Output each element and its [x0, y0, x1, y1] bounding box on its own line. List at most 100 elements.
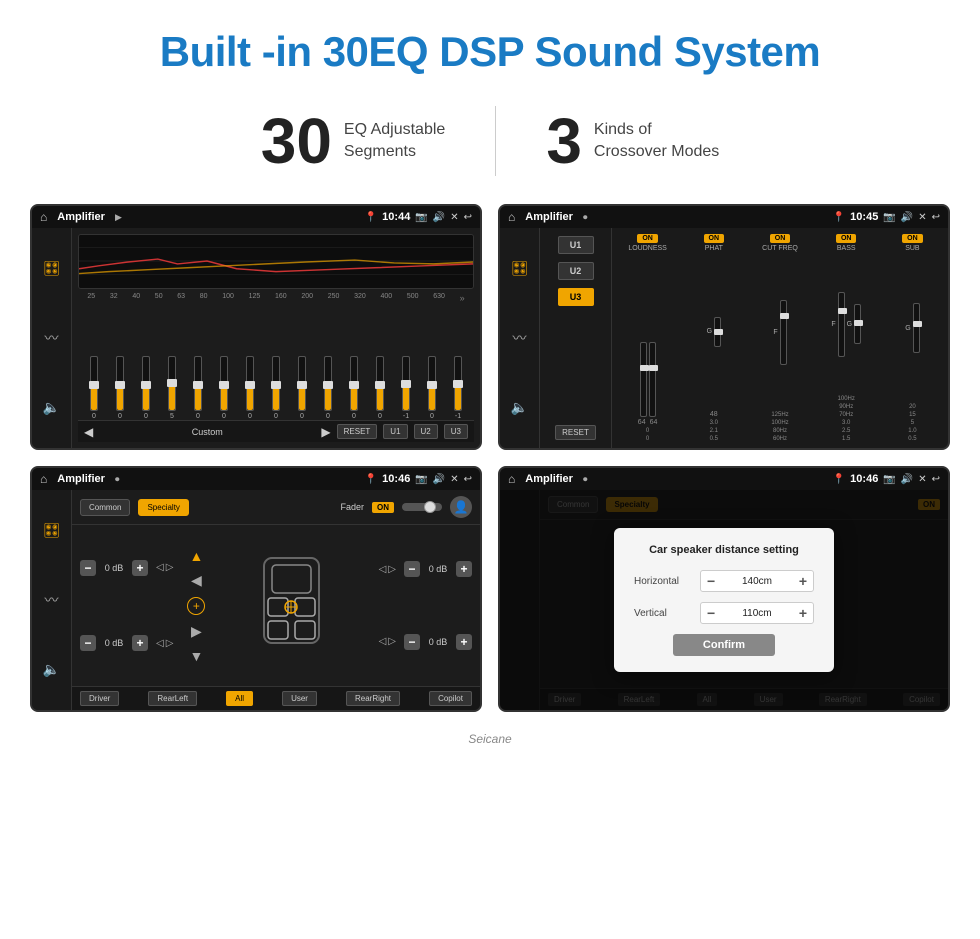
driver-btn[interactable]: Driver [80, 691, 119, 706]
camera-icon-2[interactable]: 📷 [883, 212, 895, 223]
home-icon-3[interactable]: ⌂ [40, 472, 47, 486]
next-icon[interactable]: ▶ [321, 425, 330, 439]
all-btn[interactable]: All [226, 691, 253, 706]
record-icon-4[interactable]: ⏺ [583, 474, 588, 485]
return-icon-2[interactable]: ↩ [932, 212, 940, 223]
fader-on[interactable]: ON [372, 502, 394, 513]
speaker-icons-2: ◁ ▷ [156, 638, 173, 649]
rearright-btn[interactable]: RearRight [346, 691, 400, 706]
speaker-left-icon-2: ◁ [156, 638, 164, 649]
eq-icon[interactable]: 🎛 [43, 260, 61, 277]
phat-on[interactable]: ON [704, 234, 725, 243]
return-icon-3[interactable]: ↩ [464, 474, 472, 485]
db-minus-2[interactable]: − [80, 635, 96, 651]
rearleft-btn[interactable]: RearLeft [148, 691, 197, 706]
sub-on[interactable]: ON [902, 234, 923, 243]
app-name-1: Amplifier [57, 211, 105, 223]
arrow-col: ▲ ◀ + ▶ ▼ [181, 525, 211, 686]
profile-icon[interactable]: 👤 [450, 496, 472, 518]
u3-select[interactable]: U3 [558, 288, 594, 306]
reset-crossover[interactable]: RESET [555, 425, 596, 440]
volume-side-icon[interactable]: 🔈 [43, 399, 60, 416]
eq-sliders: 0 0 0 [78, 307, 474, 420]
user-btn[interactable]: User [282, 691, 317, 706]
volume-icon-3[interactable]: 🔊 [433, 474, 445, 485]
db-plus-3[interactable]: + [456, 561, 472, 577]
screen-speaker: ⌂ Amplifier ⏺ 📍 10:46 📷 🔊 ✕ ↩ 🎛 〰 🔈 Co [30, 466, 482, 712]
record-icon-2[interactable]: ⏺ [583, 212, 588, 223]
wave-icon[interactable]: 〰 [45, 328, 59, 348]
copilot-btn[interactable]: Copilot [429, 691, 472, 706]
u2-btn-1[interactable]: U2 [414, 424, 438, 439]
expand-icon[interactable]: » [460, 293, 465, 303]
volume-icon-2[interactable]: 🔊 [901, 212, 913, 223]
db-plus-1[interactable]: + [132, 560, 148, 576]
eq-icon-3[interactable]: 🎛 [43, 522, 61, 539]
db-plus-2[interactable]: + [132, 635, 148, 651]
u1-btn-1[interactable]: U1 [383, 424, 407, 439]
volume-side-icon-3[interactable]: 🔈 [43, 661, 60, 678]
wave-icon-2[interactable]: 〰 [513, 328, 527, 348]
fader-slider[interactable] [402, 503, 442, 511]
u3-btn-1[interactable]: U3 [444, 424, 468, 439]
close-icon-4[interactable]: ✕ [918, 474, 926, 485]
slider-2: 0 [116, 356, 124, 420]
app-name-4: Amplifier [525, 473, 573, 485]
down-arrow[interactable]: ▼ [189, 648, 203, 664]
ch-phat: ON PHAT G 48 3.0 2.1 0.5 [682, 234, 745, 442]
close-icon-1[interactable]: ✕ [450, 212, 458, 223]
eq-icon-2[interactable]: 🎛 [511, 260, 529, 277]
volume-icon-1[interactable]: 🔊 [433, 212, 445, 223]
play-icon-1[interactable]: ▶ [115, 212, 122, 223]
up-arrow[interactable]: ▲ [189, 548, 203, 564]
confirm-button[interactable]: Confirm [673, 634, 775, 656]
specialty-btn[interactable]: Specialty [138, 499, 188, 516]
horizontal-plus[interactable]: + [799, 573, 807, 589]
volume-icon-4[interactable]: 🔊 [901, 474, 913, 485]
volume-side-icon-2[interactable]: 🔈 [511, 399, 528, 416]
home-icon-1[interactable]: ⌂ [40, 210, 47, 224]
camera-icon-1[interactable]: 📷 [415, 212, 427, 223]
horizontal-minus[interactable]: − [707, 573, 715, 589]
db-minus-1[interactable]: − [80, 560, 96, 576]
db-plus-4[interactable]: + [456, 634, 472, 650]
loudness-on[interactable]: ON [637, 234, 658, 243]
center-btn[interactable]: + [187, 597, 205, 615]
u1-select[interactable]: U1 [558, 236, 594, 254]
reset-btn-1[interactable]: RESET [337, 424, 378, 439]
wave-icon-3[interactable]: 〰 [45, 590, 59, 610]
loudness-sliders [640, 254, 656, 417]
return-icon-1[interactable]: ↩ [464, 212, 472, 223]
bass-on[interactable]: ON [836, 234, 857, 243]
return-icon-4[interactable]: ↩ [932, 474, 940, 485]
home-icon-2[interactable]: ⌂ [508, 210, 515, 224]
camera-icon-4[interactable]: 📷 [883, 474, 895, 485]
speaker-right-icon: ▷ [166, 562, 174, 573]
phat-area: G [707, 254, 721, 409]
screen-eq: ⌂ Amplifier ▶ 📍 10:44 📷 🔊 ✕ ↩ 🎛 〰 🔈 [30, 204, 482, 450]
home-icon-4[interactable]: ⌂ [508, 472, 515, 486]
vertical-plus[interactable]: + [799, 605, 807, 621]
camera-icon-3[interactable]: 📷 [415, 474, 427, 485]
slider-9: 0 [298, 356, 306, 420]
slider-14: 0 [428, 356, 436, 420]
u2-select[interactable]: U2 [558, 262, 594, 280]
ch-sub: ON SUB G 20 15 5 1.0 0.5 [881, 234, 944, 442]
vertical-minus[interactable]: − [707, 605, 715, 621]
left-arrow[interactable]: ◀ [191, 572, 202, 589]
close-icon-3[interactable]: ✕ [450, 474, 458, 485]
cutfreq-on[interactable]: ON [770, 234, 791, 243]
prev-icon[interactable]: ◀ [84, 425, 93, 439]
common-btn[interactable]: Common [80, 499, 130, 516]
eq-graph [78, 234, 474, 289]
cutfreq-label: CUT FREQ [762, 245, 798, 252]
record-icon-3[interactable]: ⏺ [115, 474, 120, 485]
stats-row: 30 EQ Adjustable Segments 3 Kinds of Cro… [0, 96, 980, 204]
slider-8: 0 [272, 356, 280, 420]
db-minus-4[interactable]: − [404, 634, 420, 650]
close-icon-2[interactable]: ✕ [918, 212, 926, 223]
db-minus-3[interactable]: − [404, 561, 420, 577]
right-arrow[interactable]: ▶ [191, 623, 202, 640]
location-icon-3: 📍 [365, 474, 377, 485]
speaker-right-icon-3: ▷ [388, 564, 396, 575]
